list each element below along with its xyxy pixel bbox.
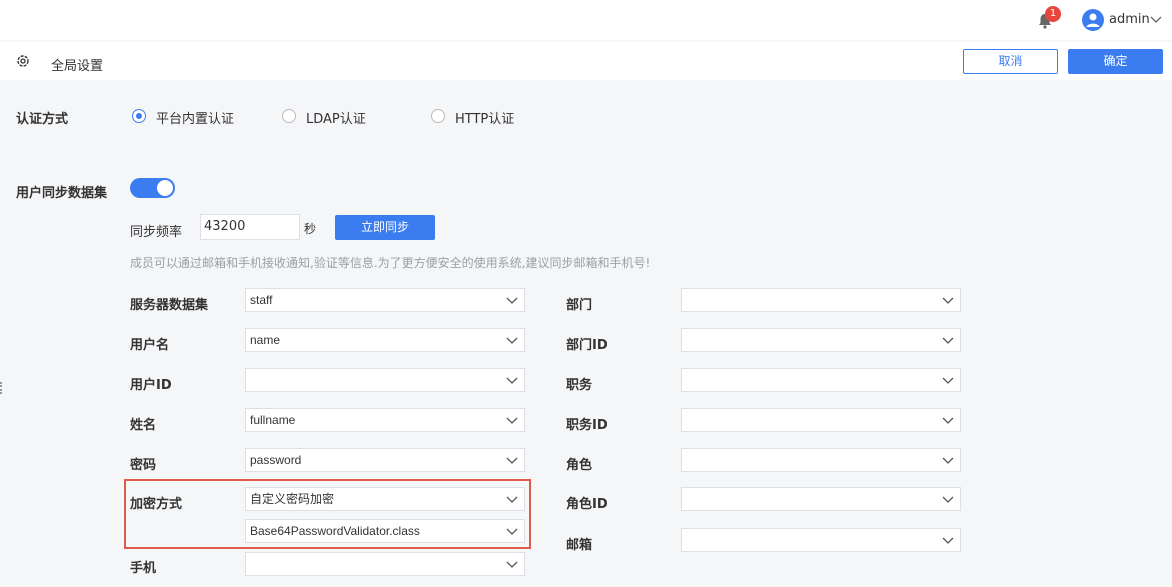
select-role-id[interactable] bbox=[681, 487, 961, 511]
highlight-box bbox=[124, 479, 531, 549]
radio-builtin-auth-label[interactable]: 平台内置认证 bbox=[156, 108, 234, 127]
field-label: 用户名 bbox=[130, 338, 170, 353]
select-department[interactable] bbox=[681, 288, 961, 312]
radio-ldap-auth[interactable] bbox=[282, 109, 296, 123]
chevron-down-icon bbox=[506, 417, 518, 424]
chevron-down-icon bbox=[506, 561, 518, 568]
sync-now-button[interactable]: 立即同步 bbox=[335, 215, 435, 240]
gear-icon bbox=[17, 55, 29, 67]
field-label: 用户ID bbox=[130, 378, 172, 393]
chevron-down-icon bbox=[942, 297, 954, 304]
sync-frequency-label: 同步频率 bbox=[130, 225, 183, 240]
chevron-down-icon bbox=[942, 337, 954, 344]
field-label: 姓名 bbox=[130, 418, 157, 433]
radio-ldap-auth-label[interactable]: LDAP认证 bbox=[306, 108, 366, 127]
select-value: staff bbox=[250, 293, 273, 307]
confirm-button[interactable]: 确定 bbox=[1068, 49, 1163, 74]
field-label: 服务器数据集 bbox=[130, 298, 209, 313]
radio-builtin-auth[interactable] bbox=[132, 109, 146, 123]
field-label: 角色ID bbox=[566, 497, 608, 512]
select-department-id[interactable] bbox=[681, 328, 961, 352]
chevron-down-icon bbox=[942, 496, 954, 503]
chevron-down-icon bbox=[942, 377, 954, 384]
user-name[interactable]: admin bbox=[1109, 12, 1150, 27]
chevron-down-icon bbox=[506, 297, 518, 304]
page-header: 全局设置 取消 确定 bbox=[0, 42, 1172, 80]
chevron-down-icon bbox=[506, 457, 518, 464]
top-bar: 1 admin bbox=[0, 0, 1172, 40]
chevron-down-icon bbox=[942, 457, 954, 464]
user-icon bbox=[1086, 13, 1100, 27]
sync-hint: 成员可以通过邮箱和手机接收通知,验证等信息.为了更方便安全的使用系统,建议同步邮… bbox=[130, 256, 651, 270]
cancel-button[interactable]: 取消 bbox=[963, 49, 1058, 74]
select-value: password bbox=[250, 453, 302, 467]
select-server-dataset[interactable]: staff bbox=[245, 288, 525, 312]
select-value: fullname bbox=[250, 413, 296, 427]
sync-frequency-unit: 秒 bbox=[304, 222, 317, 236]
avatar[interactable] bbox=[1082, 9, 1104, 31]
user-sync-toggle[interactable] bbox=[130, 178, 175, 198]
select-position[interactable] bbox=[681, 368, 961, 392]
field-label: 手机 bbox=[130, 561, 157, 576]
select-fullname[interactable]: fullname bbox=[245, 408, 525, 432]
radio-http-auth[interactable] bbox=[431, 109, 445, 123]
chevron-down-icon[interactable] bbox=[1150, 14, 1162, 24]
chevron-down-icon bbox=[942, 537, 954, 544]
select-username[interactable]: name bbox=[245, 328, 525, 352]
select-position-id[interactable] bbox=[681, 408, 961, 432]
field-label: 角色 bbox=[566, 458, 593, 473]
sync-frequency-input[interactable]: 43200 bbox=[200, 214, 300, 240]
field-label: 邮箱 bbox=[566, 538, 593, 553]
select-phone[interactable] bbox=[245, 552, 525, 576]
select-user-id[interactable] bbox=[245, 368, 525, 392]
select-email[interactable] bbox=[681, 528, 961, 552]
chevron-down-icon bbox=[506, 377, 518, 384]
radio-http-auth-label[interactable]: HTTP认证 bbox=[455, 108, 514, 127]
field-label: 部门 bbox=[566, 298, 593, 313]
field-label: 密码 bbox=[130, 458, 157, 473]
auth-method-label: 认证方式 bbox=[16, 112, 69, 127]
chevron-down-icon bbox=[506, 337, 518, 344]
sidebar-handle[interactable] bbox=[0, 382, 2, 394]
field-label: 部门ID bbox=[566, 338, 608, 353]
user-sync-label: 用户同步数据集 bbox=[16, 186, 108, 201]
field-label: 职务ID bbox=[566, 418, 608, 433]
field-label: 职务 bbox=[566, 378, 593, 393]
select-value: name bbox=[250, 333, 281, 347]
page-title: 全局设置 bbox=[51, 59, 104, 74]
select-role[interactable] bbox=[681, 448, 961, 472]
notification-badge: 1 bbox=[1045, 6, 1061, 22]
chevron-down-icon bbox=[942, 417, 954, 424]
select-password[interactable]: password bbox=[245, 448, 525, 472]
